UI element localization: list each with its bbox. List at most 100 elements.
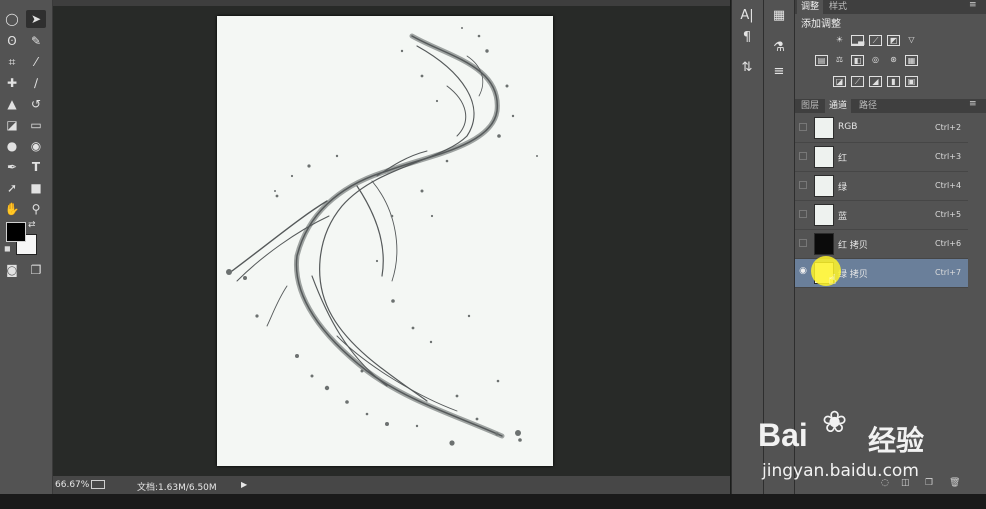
hand-icon[interactable]: ✋: [2, 200, 22, 218]
channel-shortcut: Ctrl+7: [935, 268, 962, 277]
move-icon[interactable]: ➤: [26, 10, 46, 28]
tool-presets-icon[interactable]: ⇅: [738, 58, 756, 76]
curves-icon[interactable]: ⟋: [869, 35, 882, 46]
channel-thumbnail: [814, 117, 834, 139]
channel-thumbnail: [814, 204, 834, 226]
gradient-map-icon[interactable]: ▮: [887, 76, 900, 87]
hand-cursor-icon: ☝: [828, 272, 837, 288]
type-icon[interactable]: T: [26, 158, 46, 176]
visibility-toggle[interactable]: [799, 123, 807, 131]
adjustments-title: 添加调整: [801, 19, 841, 30]
screen-mode-icon[interactable]: ❐: [26, 261, 46, 279]
channels-tab-row: 图层 通道 路径 ≡: [795, 99, 986, 113]
channel-name: 红 拷贝: [838, 241, 868, 251]
eye-icon[interactable]: ◉: [799, 267, 807, 276]
photo-filter-icon[interactable]: ◎: [869, 55, 882, 66]
paw-icon: ❀: [822, 405, 848, 440]
channel-shortcut: Ctrl+3: [935, 152, 962, 161]
stamp-icon[interactable]: ▲: [2, 95, 22, 113]
channel-name: 绿: [838, 183, 848, 193]
channel-row[interactable]: 绿 Ctrl+4: [795, 172, 968, 201]
visibility-toggle[interactable]: [799, 210, 807, 218]
blur-icon[interactable]: ●: [2, 137, 22, 155]
document-canvas[interactable]: [217, 16, 553, 466]
history-brush-icon[interactable]: ↺: [26, 95, 46, 113]
shape-icon[interactable]: ■: [26, 179, 46, 197]
hue-saturation-icon[interactable]: ▤: [815, 55, 828, 66]
path-select-icon[interactable]: ➚: [2, 179, 22, 197]
color-icon[interactable]: ▦: [770, 6, 788, 24]
brush-icon[interactable]: ∕: [26, 74, 46, 92]
exposure-icon[interactable]: ◩: [887, 35, 900, 46]
vibrance-icon[interactable]: ▽: [905, 35, 918, 46]
channel-row[interactable]: 红 拷贝 Ctrl+6: [795, 230, 968, 259]
visibility-toggle[interactable]: [799, 181, 807, 189]
tab-adjustments[interactable]: 调整: [797, 0, 824, 14]
channel-name: 红: [838, 154, 848, 164]
marquee-icon[interactable]: ◯: [2, 10, 22, 28]
gradient-icon[interactable]: ▭: [26, 116, 46, 134]
channel-shortcut: Ctrl+4: [935, 181, 962, 190]
zoom-icon[interactable]: ⚲: [26, 200, 46, 218]
watermark: Bai ❀ 经验 jingyan.baidu.com: [756, 405, 986, 490]
tab-styles[interactable]: 样式: [825, 0, 851, 14]
tab-paths[interactable]: 路径: [855, 99, 881, 113]
crop-icon[interactable]: ⌗: [2, 53, 22, 71]
tab-channels[interactable]: 通道: [825, 99, 852, 113]
tab-layers[interactable]: 图层: [797, 99, 823, 113]
levels-icon[interactable]: ▁▃: [851, 35, 864, 46]
channel-name: RGB: [838, 122, 858, 132]
channel-thumbnail: [814, 175, 834, 197]
channel-shortcut: Ctrl+6: [935, 239, 962, 248]
character-icon[interactable]: A|: [738, 6, 756, 24]
document-tab-strip[interactable]: [53, 0, 730, 6]
pen-icon[interactable]: ✒: [2, 158, 22, 176]
visibility-toggle[interactable]: [799, 239, 807, 247]
threshold-icon[interactable]: ◢: [869, 76, 882, 87]
channel-row[interactable]: 红 Ctrl+3: [795, 143, 968, 172]
swap-colors-icon[interactable]: ⇄: [28, 220, 36, 230]
selective-color-icon[interactable]: ▣: [905, 76, 918, 87]
watermark-brand-suffix: 经验: [868, 424, 925, 457]
quick-mask-icon[interactable]: ◙: [2, 261, 22, 279]
status-menu-arrow-icon[interactable]: ▶: [241, 480, 247, 489]
channel-shortcut: Ctrl+2: [935, 123, 962, 132]
channels-menu-icon[interactable]: ≡: [969, 99, 977, 109]
status-bar: 66.67% 文档:1.63M/6.50M ▶: [53, 476, 730, 494]
document-size: 文档:1.63M/6.50M: [137, 483, 217, 493]
watermark-url: jingyan.baidu.com: [762, 461, 919, 481]
channel-row[interactable]: 蓝 Ctrl+5: [795, 201, 968, 230]
watermark-brand: Bai: [758, 417, 808, 453]
panel-menu-icon[interactable]: ≡: [969, 0, 977, 10]
invert-icon[interactable]: ◪: [833, 76, 846, 87]
foreground-color-swatch[interactable]: [6, 222, 26, 242]
adjustments-tab-row: 调整 样式 ≡: [795, 0, 986, 14]
properties-icon[interactable]: ≡: [770, 62, 788, 80]
color-balance-icon[interactable]: ⚖: [833, 55, 846, 66]
zoom-level[interactable]: 66.67%: [55, 480, 89, 490]
black-white-icon[interactable]: ◧: [851, 55, 864, 66]
eraser-icon[interactable]: ◪: [2, 116, 22, 134]
channel-name: 绿 拷贝: [838, 270, 868, 280]
paragraph-icon[interactable]: ¶: [738, 28, 756, 46]
default-colors-icon[interactable]: ◼: [4, 244, 11, 253]
tools-panel: ◯ ➤ ʘ ✎ ⌗ ⁄ ✚ ∕ ▲ ↺ ◪ ▭ ● ◉ ✒ T ➚ ■ ✋ ⚲ …: [0, 0, 53, 494]
visibility-toggle[interactable]: [799, 152, 807, 160]
channel-mixer-icon[interactable]: ⊛: [887, 55, 900, 66]
quick-select-icon[interactable]: ✎: [26, 32, 46, 50]
channel-name: 蓝: [838, 212, 848, 222]
dodge-icon[interactable]: ◉: [26, 137, 46, 155]
color-lookup-icon[interactable]: ▦: [905, 55, 918, 66]
channel-shortcut: Ctrl+5: [935, 210, 962, 219]
brush-presets-icon[interactable]: ⚗: [770, 38, 788, 56]
water-splash-image: [226, 27, 538, 446]
eyedropper-icon[interactable]: ⁄: [26, 53, 46, 71]
posterize-icon[interactable]: ⟋: [851, 76, 864, 87]
proof-icon: [91, 480, 105, 489]
channel-thumbnail: [814, 233, 834, 255]
lasso-icon[interactable]: ʘ: [2, 32, 22, 50]
healing-icon[interactable]: ✚: [2, 74, 22, 92]
brightness-icon[interactable]: ☀: [833, 35, 846, 46]
bottom-bar: [0, 494, 986, 509]
channel-row[interactable]: RGB Ctrl+2: [795, 114, 968, 143]
